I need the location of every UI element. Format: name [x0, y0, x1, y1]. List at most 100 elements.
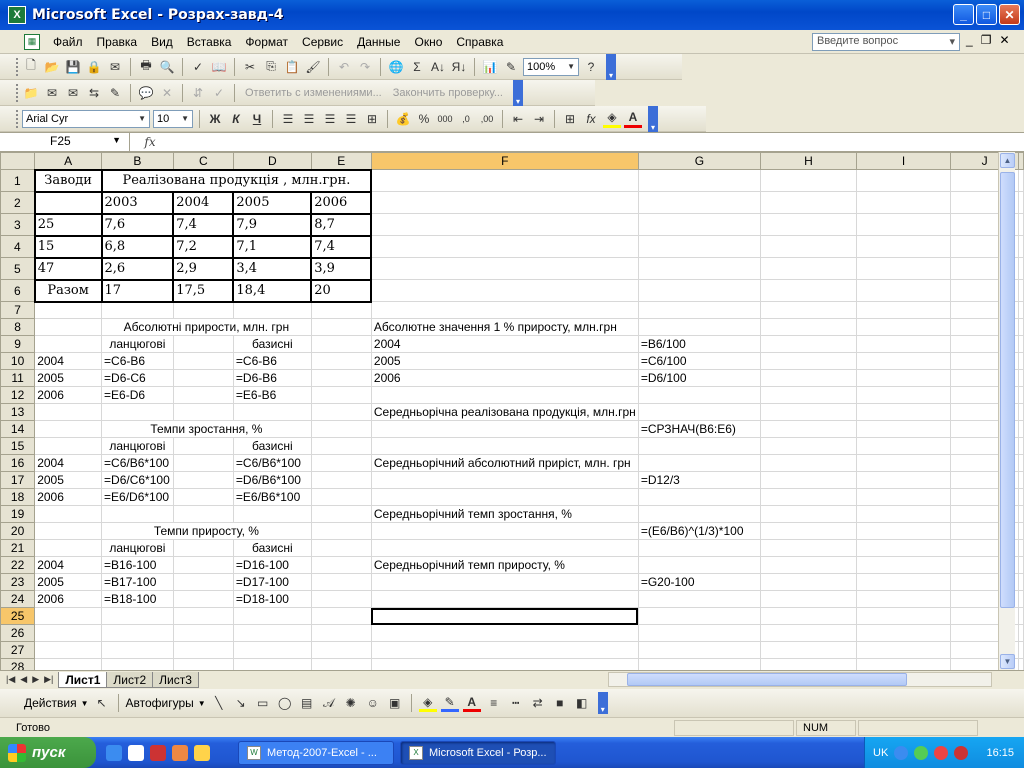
rectangle-icon[interactable]: ▭	[254, 694, 272, 712]
sort-descending-icon[interactable]: Я↓	[450, 58, 468, 76]
cell-H10[interactable]	[760, 352, 857, 370]
cell-A24[interactable]: 2006	[34, 590, 103, 608]
worksheet-grid[interactable]: A B C D E F G H I J 1 Заводи Реалізована продукція ,…	[0, 152, 1024, 676]
cell-B15[interactable]: ланцюгові	[101, 437, 174, 455]
cell-I10[interactable]	[855, 352, 952, 370]
row-header[interactable]: 2	[0, 191, 36, 214]
cell-A25[interactable]	[34, 607, 103, 625]
cell-H7[interactable]	[760, 301, 857, 319]
cell-G9[interactable]: =B6/100	[637, 335, 762, 353]
cell-D9[interactable]: базисні	[232, 335, 312, 353]
cell-E6[interactable]: 20	[310, 278, 373, 303]
cell-H1[interactable]	[760, 169, 857, 192]
shield-icon[interactable]	[954, 745, 969, 760]
decrease-indent-icon[interactable]: ⇤	[509, 110, 527, 128]
open-icon[interactable]: 📂	[43, 58, 61, 76]
cell-I14[interactable]	[855, 420, 952, 438]
menu-help[interactable]: Справка	[449, 31, 510, 53]
cell-B21[interactable]: ланцюгові	[101, 539, 174, 557]
cell-G24[interactable]	[637, 590, 762, 608]
cell-B5[interactable]: 2,6	[100, 256, 175, 281]
permission-icon[interactable]: 🔒	[85, 58, 103, 76]
language-indicator[interactable]: UK	[873, 747, 888, 759]
column-header[interactable]: H	[760, 152, 857, 170]
cell-G21[interactable]	[637, 539, 762, 557]
cell-E13[interactable]	[310, 403, 372, 421]
cell-A10[interactable]: 2004	[34, 352, 103, 370]
help-icon[interactable]: ?	[582, 58, 600, 76]
cell-I25[interactable]	[855, 607, 952, 625]
cell-G22[interactable]	[637, 556, 762, 574]
cell-F14[interactable]	[370, 420, 639, 438]
cell-F6[interactable]	[370, 279, 639, 302]
cell-B9[interactable]: ланцюгові	[101, 335, 174, 353]
underline-button[interactable]: Ч	[248, 110, 266, 128]
menu-insert[interactable]: Вставка	[180, 31, 239, 53]
row-header[interactable]: 20	[0, 522, 36, 540]
cell-B19[interactable]	[101, 505, 174, 523]
cell-D26[interactable]	[232, 624, 312, 642]
cell-I26[interactable]	[855, 624, 952, 642]
cell-A5[interactable]: 47	[33, 256, 103, 281]
cell-I16[interactable]	[855, 454, 952, 472]
row-header[interactable]: 24	[0, 590, 36, 608]
cell-B20[interactable]: Темпи приросту, %	[101, 522, 312, 540]
cell-F2[interactable]	[370, 191, 639, 214]
cell-E23[interactable]	[310, 573, 372, 591]
cell-F12[interactable]	[370, 386, 639, 404]
row-header[interactable]: 23	[0, 573, 36, 591]
row-header[interactable]: 8	[0, 318, 36, 336]
function-icon[interactable]: fx	[582, 110, 600, 128]
percent-icon[interactable]: %	[415, 110, 433, 128]
menu-file[interactable]: Файл	[46, 31, 90, 53]
cell-I15[interactable]	[855, 437, 952, 455]
cell-C27[interactable]	[172, 641, 234, 659]
cell-H18[interactable]	[760, 488, 857, 506]
workbook-close-button[interactable]: ✕	[999, 33, 1009, 47]
cell-G20[interactable]: =(E6/B6)^(1/3)*100	[637, 522, 762, 540]
dash-style-icon[interactable]: ┅	[507, 694, 525, 712]
cell-B13[interactable]	[101, 403, 174, 421]
column-header[interactable]: I	[855, 152, 952, 170]
clipart-icon[interactable]: ☺	[364, 694, 382, 712]
first-sheet-icon[interactable]: |◀	[6, 674, 15, 685]
menu-format[interactable]: Формат	[238, 31, 295, 53]
compare-icon[interactable]: ⇆	[85, 84, 103, 102]
column-header[interactable]: D	[232, 152, 312, 170]
cell-A6[interactable]: Разом	[33, 278, 103, 303]
toolbar-options-icon[interactable]: ▾	[513, 79, 523, 106]
cell-B1[interactable]: Реалізована продукція , млн.грн.	[100, 168, 373, 193]
thousands-icon[interactable]: 000	[436, 110, 454, 128]
cell-G4[interactable]	[637, 235, 762, 258]
question-input[interactable]: Введите вопрос ▾	[812, 33, 960, 51]
menu-view[interactable]: Вид	[144, 31, 180, 53]
cell-G16[interactable]	[637, 454, 762, 472]
merge-center-icon[interactable]: ⊞	[363, 110, 381, 128]
cell-E27[interactable]	[310, 641, 372, 659]
cell-E21[interactable]	[310, 539, 372, 557]
cell-B18[interactable]: =E6/D6*100	[101, 488, 174, 506]
format-painter-icon[interactable]: 🖌	[304, 58, 322, 76]
cell-B16[interactable]: =C6/B6*100	[101, 454, 174, 472]
cell-C12[interactable]	[172, 386, 234, 404]
scroll-up-icon[interactable]: ▲	[1000, 153, 1015, 168]
cell-B14[interactable]: Темпи зростання, %	[101, 420, 312, 438]
cell-G14[interactable]: =СРЗНАЧ(B6:E6)	[637, 420, 762, 438]
cell-E4[interactable]: 7,4	[310, 234, 373, 259]
menu-window[interactable]: Окно	[407, 31, 449, 53]
cell-E17[interactable]	[310, 471, 372, 489]
cell-C6[interactable]: 17,5	[172, 278, 235, 303]
cell-G17[interactable]: =D12/3	[637, 471, 762, 489]
row-header[interactable]: 15	[0, 437, 36, 455]
cell-G13[interactable]	[637, 403, 762, 421]
cell-C2[interactable]: 2004	[172, 190, 235, 215]
toolbar-options-icon[interactable]: ▾	[648, 105, 658, 132]
select-objects-icon[interactable]: ↖	[93, 694, 111, 712]
cell-C19[interactable]	[172, 505, 234, 523]
cell-F3[interactable]	[370, 213, 639, 236]
maximize-button[interactable]: □	[976, 4, 997, 25]
firefox-icon[interactable]	[172, 744, 188, 761]
cell-E11[interactable]	[310, 369, 372, 387]
autosum-icon[interactable]: Σ	[408, 58, 426, 76]
spelling-icon[interactable]: ✓	[189, 58, 207, 76]
